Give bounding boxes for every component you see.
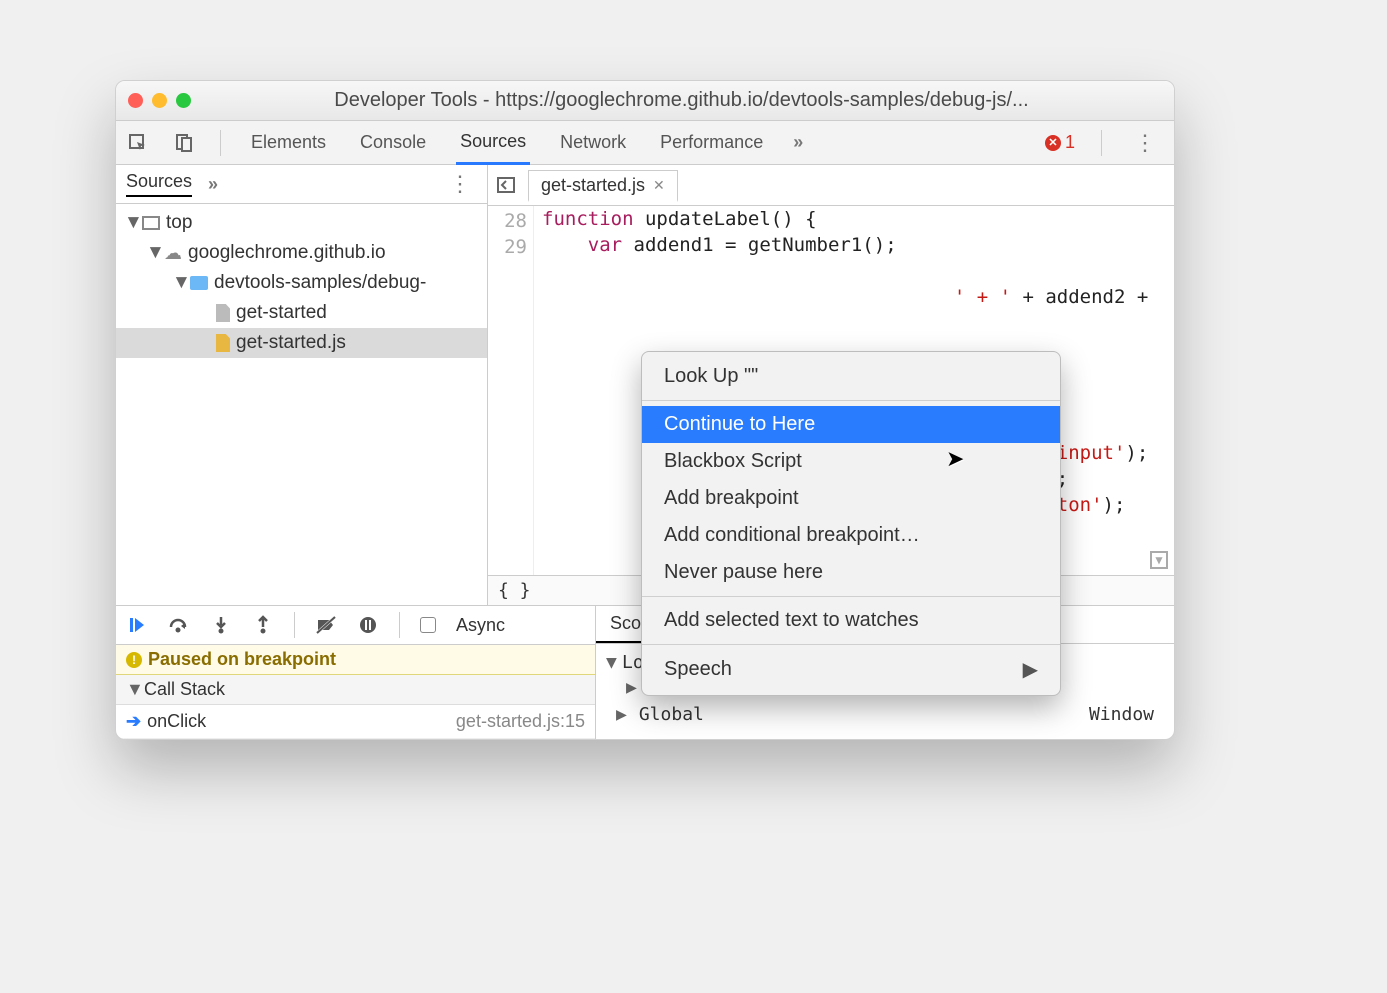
pause-on-exceptions-icon[interactable] [357,614,379,636]
async-label: Async [456,615,505,636]
tree-frame-top[interactable]: ▼ top [116,208,487,238]
async-checkbox[interactable] [420,617,436,633]
separator [399,612,400,638]
error-count: 1 [1065,132,1075,153]
deactivate-breakpoints-icon[interactable] [315,614,337,636]
titlebar: Developer Tools - https://googlechrome.g… [116,81,1174,121]
minimize-window-icon[interactable] [152,93,167,108]
callstack-frame[interactable]: ➔ onClick get-started.js:15 [116,705,595,739]
menu-blackbox-script[interactable]: Blackbox Script [642,443,1060,480]
submenu-arrow-icon: ▶ [1023,657,1038,682]
step-over-icon[interactable] [168,614,190,636]
menu-add-to-watches[interactable]: Add selected text to watches [642,602,1060,639]
main-tab-bar: Elements Console Sources Network Perform… [116,121,1174,165]
tree-label: googlechrome.github.io [188,242,386,264]
tabs-overflow-icon[interactable]: » [793,132,803,153]
menu-divider [642,400,1060,401]
mouse-cursor-icon: ➤ [946,446,964,472]
jump-to-bottom-icon[interactable]: ▼ [1150,551,1168,569]
navigator-menu-icon[interactable]: ⋮ [443,171,477,197]
file-tree: ▼ top ▼ ☁ googlechrome.github.io ▼ devto… [116,204,487,605]
tree-folder[interactable]: ▼ devtools-samples/debug- [116,268,487,298]
step-into-icon[interactable] [210,614,232,636]
current-frame-icon: ➔ [126,711,141,731]
disclosure-icon[interactable]: ▼ [172,272,184,294]
tree-file-html[interactable]: get-started [116,298,487,328]
line-number: 28 [488,208,527,234]
callstack-header[interactable]: ▼ Call Stack [116,675,595,705]
disclosure-icon[interactable]: ▼ [124,212,136,234]
info-icon: ! [126,652,142,668]
window-title: Developer Tools - https://googlechrome.g… [201,89,1162,112]
tree-label: devtools-samples/debug- [214,272,426,294]
device-toggle-icon[interactable] [174,133,194,153]
disclosure-icon[interactable]: ▶ [626,677,638,698]
folder-icon [190,276,208,290]
line-gutter: 28 29 [488,206,534,575]
navigator-overflow-icon[interactable]: » [208,174,218,195]
stack-function: onClick [147,711,206,731]
tree-domain[interactable]: ▼ ☁ googlechrome.github.io [116,238,487,268]
paused-status: ! Paused on breakpoint [116,645,595,675]
resume-icon[interactable] [126,614,148,636]
close-window-icon[interactable] [128,93,143,108]
menu-add-conditional-breakpoint[interactable]: Add conditional breakpoint… [642,517,1060,554]
disclosure-icon[interactable]: ▶ [616,704,628,725]
disclosure-icon[interactable]: ▼ [126,679,138,700]
global-value: Window [1089,704,1154,725]
separator [1101,130,1102,156]
line-number: 29 [488,234,527,260]
tree-label: get-started.js [236,332,346,354]
toggle-navigator-icon[interactable] [496,175,516,195]
editor-tab-file[interactable]: get-started.js ✕ [528,170,678,202]
paused-text: Paused on breakpoint [148,649,336,670]
tab-network[interactable]: Network [556,122,630,163]
disclosure-icon[interactable]: ▼ [606,652,618,673]
tree-label: top [166,212,192,234]
separator [220,130,221,156]
cloud-icon: ☁ [164,243,182,264]
js-file-icon [216,334,230,352]
separator [294,612,295,638]
navigator-pane: Sources » ⋮ ▼ top ▼ ☁ googlechrome.githu… [116,165,488,605]
maximize-window-icon[interactable] [176,93,191,108]
menu-lookup[interactable]: Look Up "" [642,358,1060,395]
tab-performance[interactable]: Performance [656,122,767,163]
editor-tab-label: get-started.js [541,175,645,196]
frame-icon [142,216,160,230]
more-menu-icon[interactable]: ⋮ [1128,130,1162,156]
tree-label: get-started [236,302,327,324]
callstack-title: Call Stack [144,679,225,700]
close-tab-icon[interactable]: ✕ [653,177,665,194]
error-icon: ✕ [1045,135,1061,151]
error-indicator[interactable]: ✕ 1 [1045,132,1075,153]
tab-elements[interactable]: Elements [247,122,330,163]
context-menu: Look Up "" Continue to Here Blackbox Scr… [641,351,1061,696]
tree-file-js[interactable]: get-started.js [116,328,487,358]
devtools-window: Developer Tools - https://googlechrome.g… [115,80,1175,740]
menu-divider [642,644,1060,645]
debugger-left: Async ! Paused on breakpoint ▼ Call Stac… [116,606,596,739]
menu-speech[interactable]: Speech▶ [642,650,1060,689]
step-out-icon[interactable] [252,614,274,636]
menu-add-breakpoint[interactable]: Add breakpoint [642,480,1060,517]
menu-divider [642,596,1060,597]
inspect-element-icon[interactable] [128,133,148,153]
stack-location: get-started.js:15 [456,711,585,732]
menu-never-pause-here[interactable]: Never pause here [642,554,1060,591]
navigator-tab-sources[interactable]: Sources [126,171,192,197]
menu-continue-to-here[interactable]: Continue to Here [642,406,1060,443]
navigator-tabs: Sources » ⋮ [116,165,487,204]
tab-console[interactable]: Console [356,122,430,163]
window-controls [128,93,191,108]
disclosure-icon[interactable]: ▼ [146,242,158,264]
global-label: Global [639,704,704,725]
tab-sources[interactable]: Sources [456,121,530,165]
file-icon [216,304,230,322]
scope-global[interactable]: ▶ Global Window [606,700,1164,729]
debugger-toolbar: Async [116,606,595,645]
editor-tab-bar: get-started.js ✕ [488,165,1174,206]
